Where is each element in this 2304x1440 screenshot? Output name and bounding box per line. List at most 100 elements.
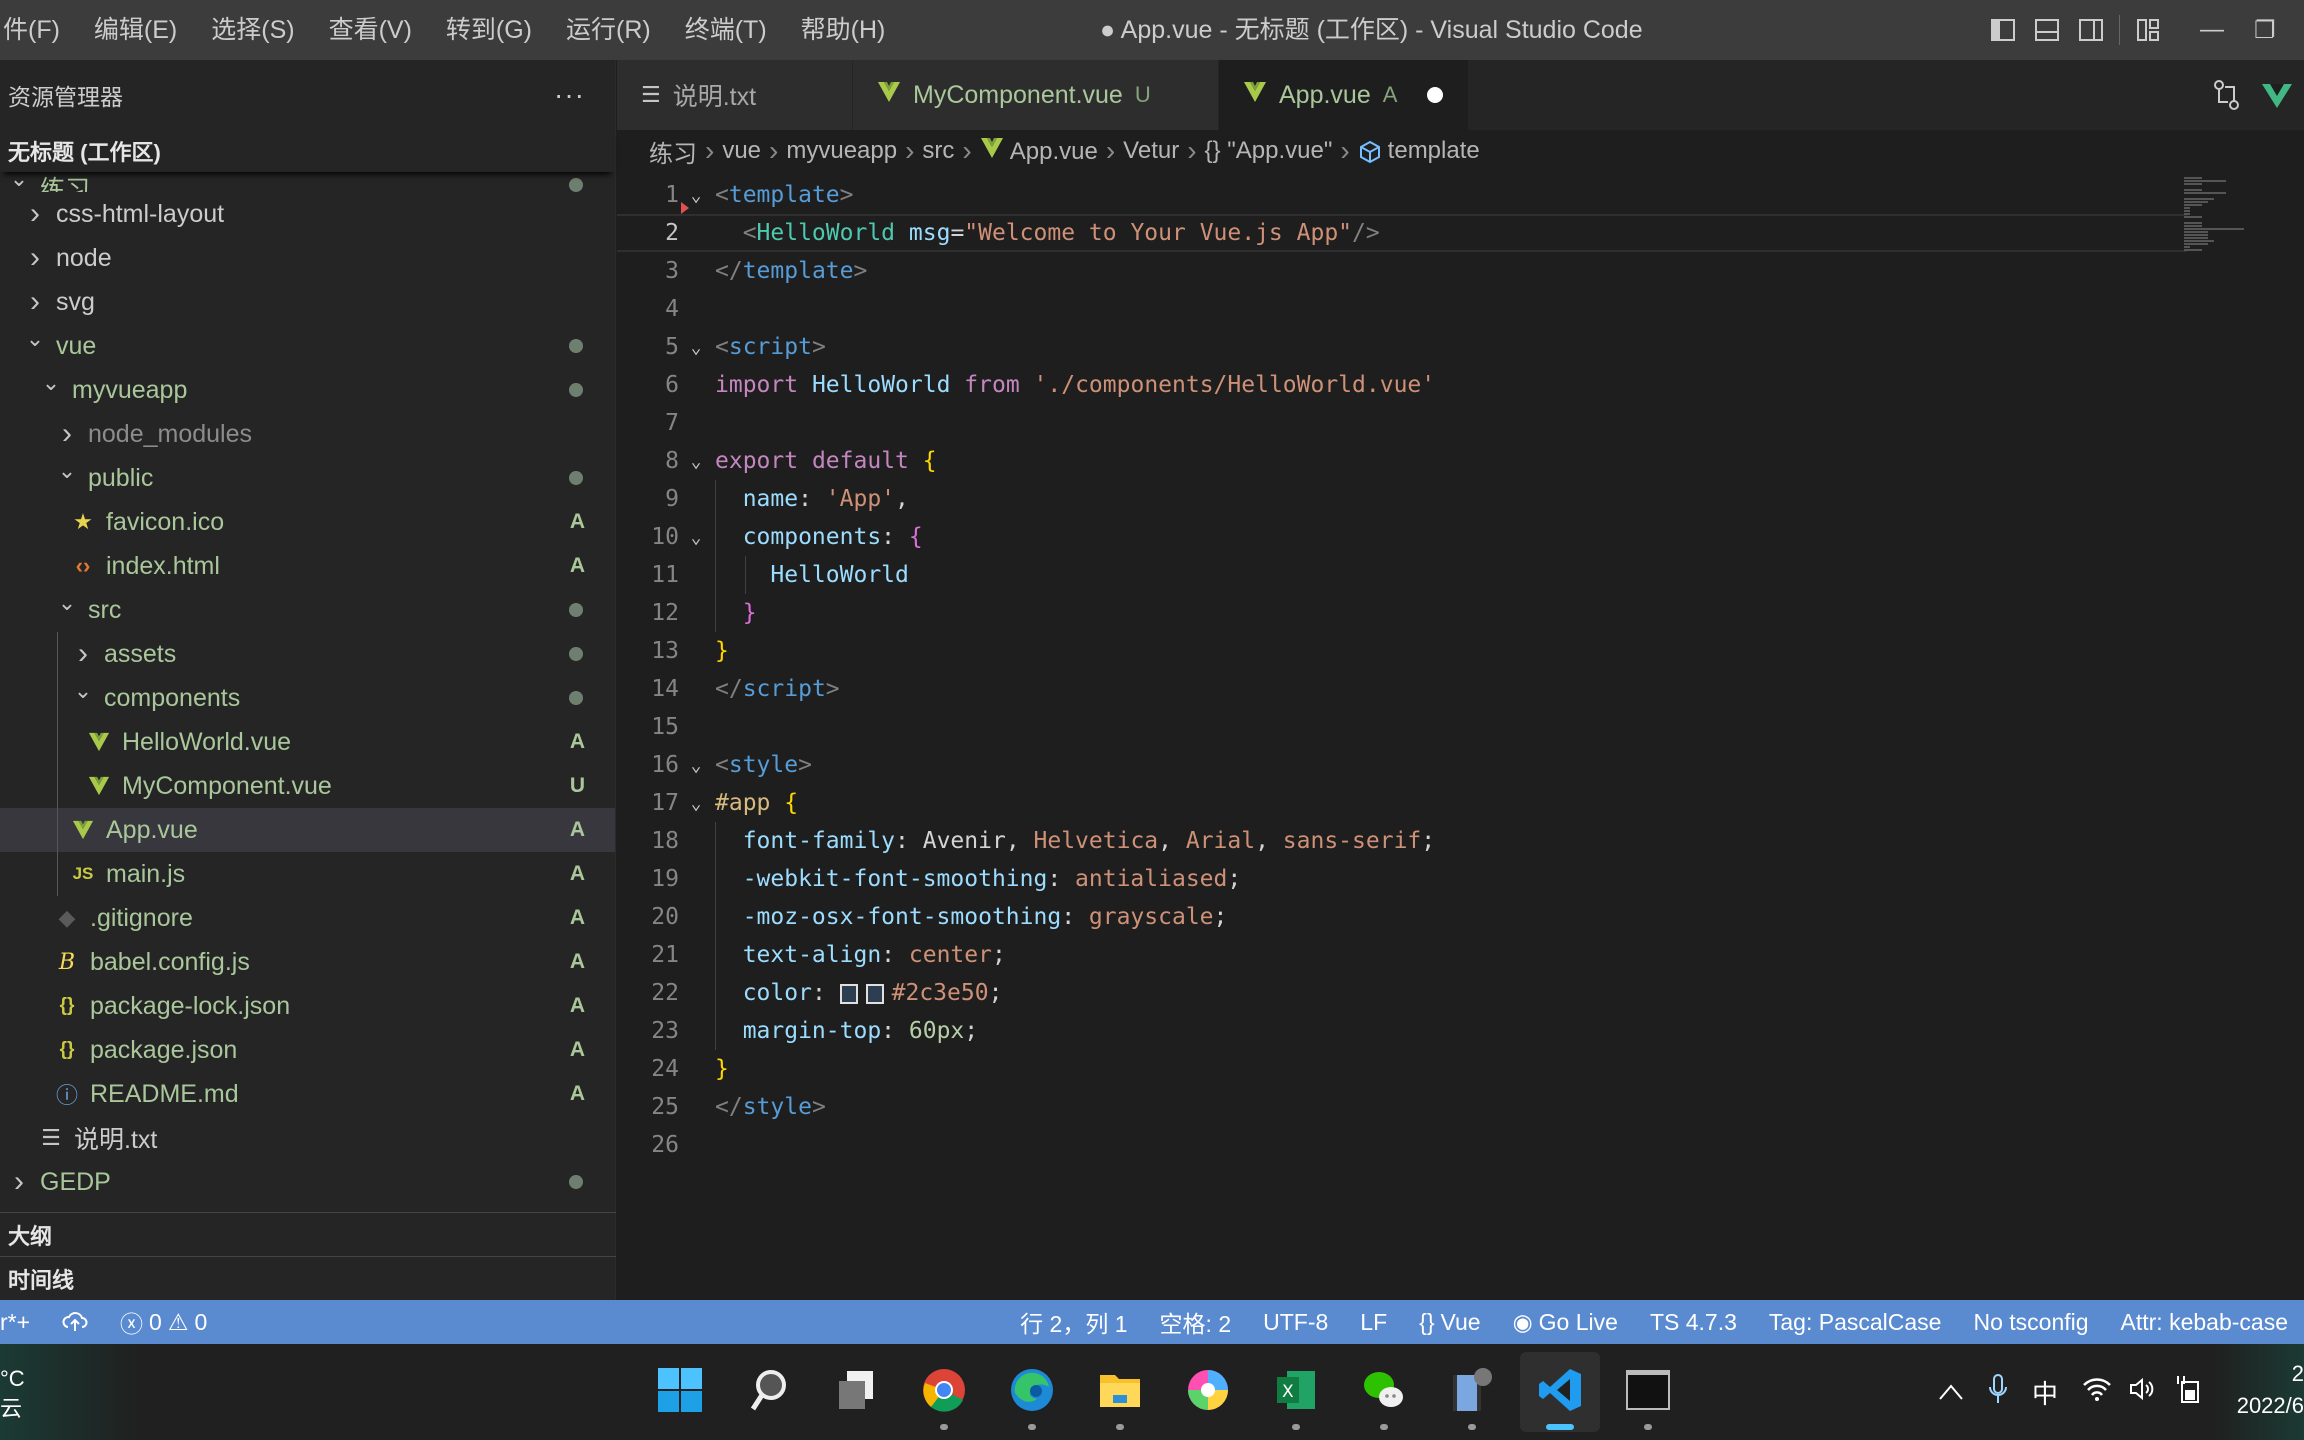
taskbar-wechat-button[interactable] [1344, 1352, 1424, 1432]
code-line[interactable]: 19 -webkit-font-smoothing: antialiased; [617, 860, 2187, 898]
tree-item[interactable]: ⌄ public [0, 456, 615, 500]
volume-button[interactable] [2124, 1376, 2162, 1409]
menu-item[interactable]: 帮助(H) [784, 0, 903, 60]
code-line[interactable]: 25 </style> [617, 1088, 2187, 1126]
tab-vue-file[interactable]: App.vue A [1219, 60, 1469, 130]
code-line[interactable]: 4 [617, 290, 2187, 328]
tab-text-file[interactable]: ☰ 说明.txt [617, 60, 853, 130]
taskbar-photos-button[interactable] [1168, 1352, 1248, 1432]
breadcrumb-item[interactable]: App.vue [980, 137, 1098, 166]
go-live-button[interactable]: ◉ Go Live [1497, 1309, 1634, 1336]
tab-vue-file[interactable]: MyComponent.vue U [853, 60, 1219, 130]
outline-section[interactable]: 大纲 [0, 1212, 616, 1256]
menu-item[interactable]: 件(F) [0, 0, 77, 60]
tree-item[interactable]: › css-html-layout [0, 192, 615, 236]
show-hidden-icons-button[interactable] [1926, 1377, 1976, 1408]
tree-item[interactable]: ⌄ vue [0, 324, 615, 368]
tree-item[interactable]: HelloWorld.vue A [0, 720, 615, 764]
battery-button[interactable] [2162, 1374, 2214, 1411]
tree-item[interactable]: MyComponent.vue U [0, 764, 615, 808]
tree-item[interactable]: ⌄ src [0, 588, 615, 632]
workspace-header[interactable]: 无标题 (工作区) [0, 130, 615, 172]
taskbar-excel-button[interactable]: X [1256, 1352, 1336, 1432]
breadcrumb-item[interactable]: {} "App.vue" [1205, 137, 1333, 165]
breadcrumb-item[interactable]: template [1358, 137, 1480, 165]
breadcrumb-item[interactable]: src [922, 137, 954, 165]
tree-item[interactable]: › GEDP [0, 1160, 615, 1204]
tag-casing[interactable]: Tag: PascalCase [1753, 1309, 1958, 1336]
vue-preview-icon[interactable] [2260, 78, 2294, 112]
attr-casing[interactable]: Attr: kebab-case [2105, 1309, 2304, 1336]
tree-item[interactable]: ⌄ components [0, 676, 615, 720]
taskbar-video-player-button[interactable] [1432, 1352, 1512, 1432]
taskbar-start-button[interactable] [640, 1352, 720, 1432]
tree-item[interactable]: {} package.json A [0, 1028, 615, 1072]
code-line[interactable]: 12 } [617, 594, 2187, 632]
customize-layout-button[interactable] [2126, 0, 2170, 60]
tree-item[interactable]: Bbabel.config.js A [0, 940, 615, 984]
code-line[interactable]: 21 text-align: center; [617, 936, 2187, 974]
tree-item[interactable]: {} package-lock.json A [0, 984, 615, 1028]
encoding[interactable]: UTF-8 [1247, 1309, 1344, 1336]
git-branch[interactable]: r*+ [0, 1309, 46, 1336]
code-line[interactable]: 8 ⌄ export default { [617, 442, 2187, 480]
menu-item[interactable]: 转到(G) [429, 0, 549, 60]
code-line[interactable]: 26 [617, 1126, 2187, 1164]
tree-item[interactable]: JS main.js A [0, 852, 615, 896]
input-method-button[interactable]: 中 [2020, 1374, 2070, 1411]
wifi-button[interactable] [2070, 1376, 2124, 1409]
code-line[interactable]: 20 -moz-osx-font-smoothing: grayscale; [617, 898, 2187, 936]
breadcrumb-item[interactable]: myvueapp [786, 137, 897, 165]
code-line[interactable]: 7 [617, 404, 2187, 442]
tree-item[interactable]: ◆ .gitignore A [0, 896, 615, 940]
fold-chevron-icon[interactable]: ⌄ [679, 337, 713, 358]
breadcrumb-item[interactable]: vue [722, 137, 761, 165]
color-swatch[interactable] [839, 983, 858, 1004]
more-actions-button[interactable]: ··· [554, 79, 585, 111]
breadcrumb-item[interactable]: Vetur [1123, 137, 1179, 165]
tree-item[interactable]: ⌄ myvueapp [0, 368, 615, 412]
tree-item[interactable]: › node_modules [0, 412, 615, 456]
tree-item[interactable]: › assets [0, 632, 615, 676]
tree-item[interactable]: ⌄ 练习 [0, 172, 615, 192]
menu-item[interactable]: 选择(S) [194, 0, 311, 60]
minimize-button[interactable]: — [2170, 0, 2254, 60]
maximize-button[interactable]: ❐ [2254, 0, 2304, 60]
code-line[interactable]: 24} [617, 1050, 2187, 1088]
menu-item[interactable]: 运行(R) [549, 0, 668, 60]
code-line[interactable]: 5 ⌄ <script> [617, 328, 2187, 366]
code-line[interactable]: 15 [617, 708, 2187, 746]
taskbar-task-view-button[interactable] [816, 1352, 896, 1432]
open-changes-icon[interactable] [2212, 78, 2242, 112]
code-line[interactable]: 14 </script> [617, 670, 2187, 708]
toggle-secondary-sidebar-button[interactable] [2069, 0, 2113, 60]
menu-item[interactable]: 终端(T) [668, 0, 784, 60]
menu-item[interactable]: 编辑(E) [77, 0, 194, 60]
indentation[interactable]: 空格: 2 [1144, 1305, 1248, 1339]
taskbar-terminal-button[interactable] [1608, 1352, 1688, 1432]
taskbar-vscode-button[interactable] [1520, 1352, 1600, 1432]
code-line[interactable]: 1 ⌄ <template> [617, 176, 2187, 214]
timeline-section[interactable]: 时间线 [0, 1256, 616, 1300]
unsaved-dot-icon[interactable] [1427, 87, 1444, 103]
code-line[interactable]: 13} [617, 632, 2187, 670]
code-line[interactable]: 22 color: #2c3e50; [617, 974, 2187, 1012]
code-editor[interactable]: 1 ⌄ <template> 2 <HelloWorld msg="Welcome t… [617, 176, 2187, 1164]
sync-button[interactable] [46, 1311, 104, 1333]
fold-chevron-icon[interactable]: ⌄ [679, 527, 713, 548]
tree-item[interactable]: › svg [0, 280, 615, 324]
taskbar-edge-button[interactable] [992, 1352, 1072, 1432]
problems-button[interactable]: ⓧ 0 ⚠ 0 [104, 1305, 223, 1339]
color-swatch[interactable] [865, 983, 884, 1004]
minimap[interactable] [2184, 176, 2244, 276]
ts-version[interactable]: TS 4.7.3 [1634, 1309, 1753, 1336]
tree-item[interactable]: › node [0, 236, 615, 280]
tree-item[interactable]: ☰ 说明.txt [0, 1116, 615, 1160]
toggle-primary-sidebar-button[interactable] [1981, 0, 2025, 60]
code-line[interactable]: 3 </template> [617, 252, 2187, 290]
code-line[interactable]: 10 ⌄ components: { [617, 518, 2187, 556]
language-mode[interactable]: {} Vue [1403, 1309, 1496, 1336]
tree-item[interactable]: ⓘ README.md A [0, 1072, 615, 1116]
taskbar-chrome-button[interactable] [904, 1352, 984, 1432]
weather-widget[interactable]: °C 云 [0, 1344, 140, 1440]
